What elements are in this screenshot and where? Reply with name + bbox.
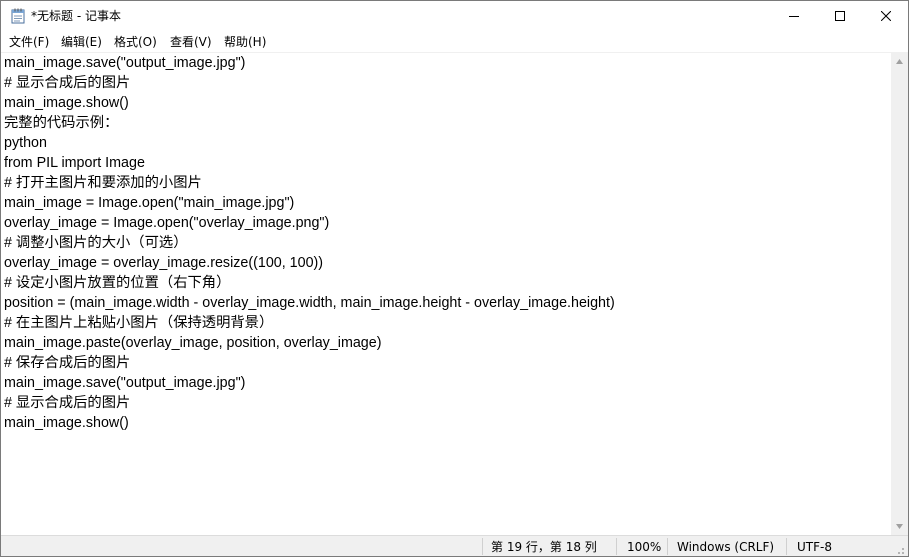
- editor-line: overlay_image = overlay_image.resize((10…: [4, 255, 324, 271]
- editor-line: main_image.save("output_image.jpg"): [4, 375, 246, 391]
- resize-grip-icon[interactable]: [894, 544, 905, 556]
- maximize-button[interactable]: [817, 1, 863, 31]
- editor-line: # 显示合成后的图片: [4, 75, 131, 91]
- menu-edit[interactable]: 编辑(E): [61, 34, 102, 50]
- editor-line: # 保存合成后的图片: [4, 355, 131, 371]
- title-bar[interactable]: *无标题 - 记事本: [1, 1, 908, 31]
- vertical-scrollbar[interactable]: [891, 53, 908, 535]
- editor-line: python: [4, 135, 47, 151]
- menu-file[interactable]: 文件(F): [9, 34, 49, 50]
- scroll-up-button[interactable]: [891, 53, 908, 70]
- text-editor[interactable]: main_image.save("output_image.jpg") # 显示…: [1, 53, 891, 535]
- status-separator: [482, 538, 483, 555]
- close-icon: [881, 11, 891, 21]
- editor-line: main_image.show(): [4, 95, 129, 111]
- editor-line: main_image.show(): [4, 415, 129, 431]
- chevron-down-icon: [896, 524, 903, 529]
- editor-line: overlay_image = Image.open("overlay_imag…: [4, 215, 330, 231]
- zoom-level: 100%: [627, 540, 662, 554]
- status-separator: [667, 538, 668, 555]
- notepad-icon: [11, 8, 25, 24]
- minimize-icon: [789, 16, 799, 17]
- editor-line: main_image.paste(overlay_image, position…: [4, 335, 382, 351]
- scroll-down-button[interactable]: [891, 518, 908, 535]
- editor-line: # 打开主图片和要添加的小图片: [4, 175, 202, 191]
- menu-help[interactable]: 帮助(H): [224, 34, 266, 50]
- line-ending: Windows (CRLF): [677, 540, 775, 554]
- cursor-position: 第 19 行，第 18 列: [491, 540, 597, 554]
- editor-line: main_image.save("output_image.jpg"): [4, 55, 246, 71]
- editor-line: 完整的代码示例：: [4, 115, 119, 131]
- menu-format[interactable]: 格式(O): [114, 34, 157, 50]
- editor-line: from PIL import Image: [4, 155, 145, 171]
- status-bar: 第 19 行，第 18 列 100% Windows (CRLF) UTF-8: [1, 535, 908, 556]
- editor-line: # 设定小图片放置的位置（右下角）: [4, 275, 231, 291]
- menu-bar: 文件(F) 编辑(E) 格式(O) 查看(V) 帮助(H): [1, 31, 908, 53]
- status-separator: [616, 538, 617, 555]
- editor-line: position = (main_image.width - overlay_i…: [4, 295, 615, 311]
- editor-line: # 调整小图片的大小（可选）: [4, 235, 188, 251]
- close-button[interactable]: [863, 1, 908, 31]
- maximize-icon: [835, 11, 845, 21]
- editor-line: main_image = Image.open("main_image.jpg"…: [4, 195, 295, 211]
- minimize-button[interactable]: [771, 1, 817, 31]
- notepad-window: *无标题 - 记事本 文件(F) 编辑(E) 格式(O) 查看(V) 帮助(H)…: [0, 0, 909, 557]
- window-title: *无标题 - 记事本: [31, 9, 121, 23]
- editor-line: # 在主图片上粘贴小图片（保持透明背景）: [4, 315, 274, 331]
- editor-line: # 显示合成后的图片: [4, 395, 131, 411]
- menu-view[interactable]: 查看(V): [170, 34, 212, 50]
- encoding: UTF-8: [797, 540, 832, 554]
- status-separator: [786, 538, 787, 555]
- chevron-up-icon: [896, 59, 903, 64]
